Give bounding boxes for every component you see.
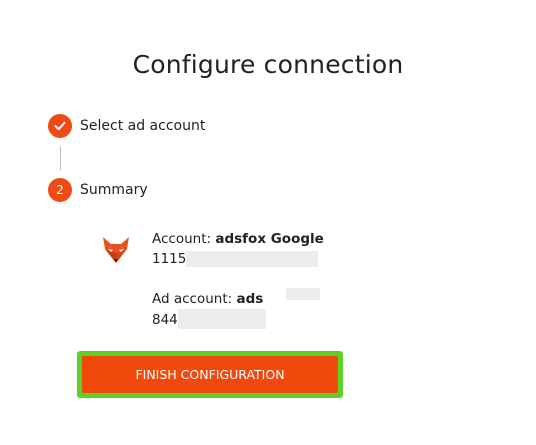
ad-account-id-redacted xyxy=(178,309,266,329)
step-2-number: 2 xyxy=(48,178,72,202)
account-name: adsfox Google xyxy=(215,231,324,247)
account-line: Account: adsfox Google xyxy=(152,231,324,247)
step-2-label: Summary xyxy=(80,182,148,198)
ad-account-label: Ad account: xyxy=(152,291,233,307)
step-1-label[interactable]: Select ad account xyxy=(80,118,205,134)
account-id-redacted xyxy=(186,251,318,267)
checkmark-icon xyxy=(54,121,66,131)
page-title: Configure connection xyxy=(132,50,404,79)
ad-account-name: ads xyxy=(236,291,264,307)
ad-account-line: Ad account: ads xyxy=(152,291,263,307)
account-label: Account: xyxy=(152,231,212,247)
finish-button-highlight: FINISH CONFIGURATION xyxy=(77,351,343,398)
step-complete-check-icon xyxy=(48,114,72,138)
adsfox-logo-icon xyxy=(103,237,129,263)
ad-account-id: 844 xyxy=(152,312,178,328)
step-connector xyxy=(60,146,61,170)
finish-configuration-button[interactable]: FINISH CONFIGURATION xyxy=(82,356,338,393)
ad-account-name-redacted xyxy=(286,288,320,300)
